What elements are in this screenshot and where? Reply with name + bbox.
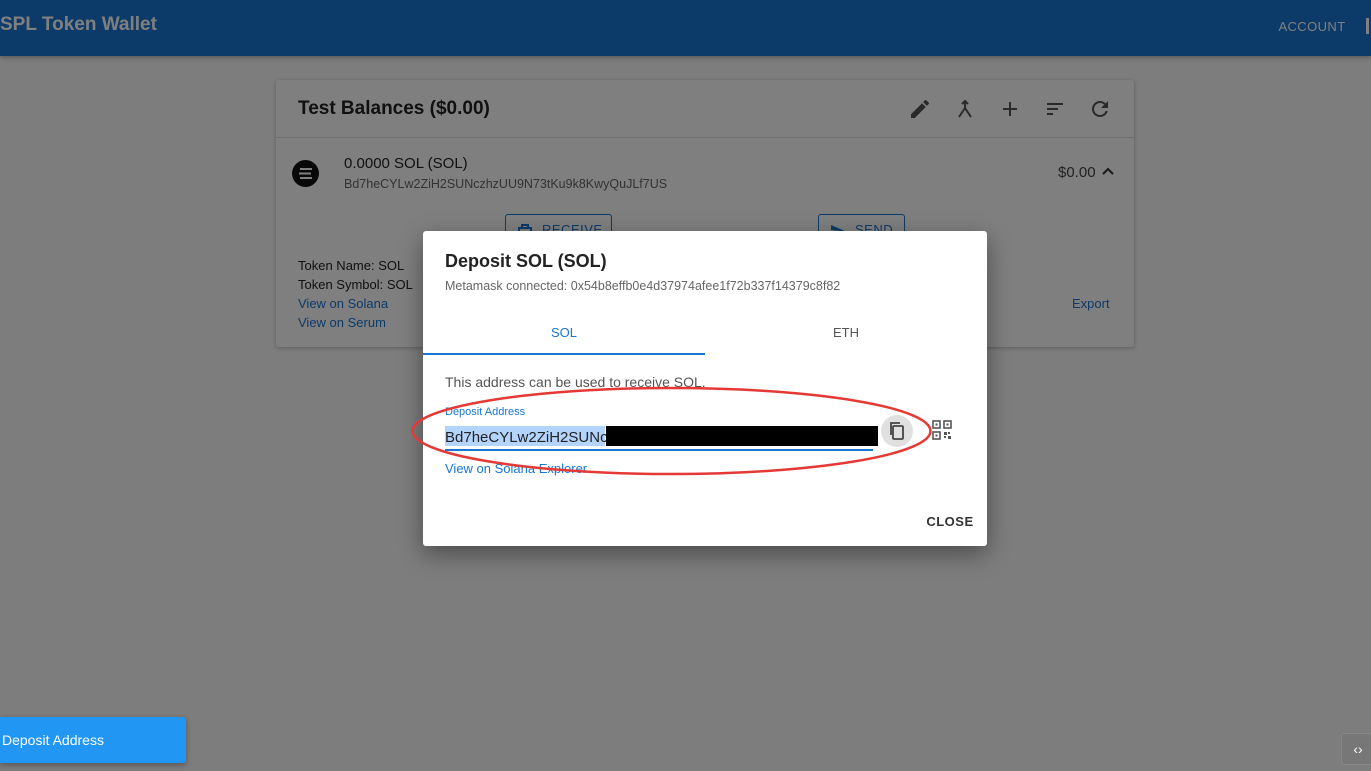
close-button[interactable]: CLOSE: [919, 509, 981, 535]
deposit-address-toast: Deposit Address: [0, 717, 186, 763]
tab-eth[interactable]: ETH: [705, 315, 987, 355]
qr-code-icon: [932, 420, 952, 440]
redaction-bar: [606, 426, 878, 446]
solana-explorer-link[interactable]: View on Solana Explorer: [445, 461, 587, 476]
code-toggle-button[interactable]: ‹›: [1341, 733, 1371, 765]
deposit-dialog: Deposit SOL (SOL) Metamask connected: 0x…: [423, 231, 987, 546]
metamask-status: Metamask connected: 0x54b8effb0e4d37974a…: [445, 279, 841, 293]
copy-icon: [890, 422, 904, 440]
dialog-title: Deposit SOL (SOL): [445, 251, 607, 271]
tab-sol[interactable]: SOL: [423, 315, 705, 355]
receive-info-text: This address can be used to receive SOL.: [445, 374, 706, 390]
copy-button[interactable]: [881, 415, 913, 447]
qr-code-button[interactable]: [930, 418, 954, 442]
deposit-address-label: Deposit Address: [445, 406, 526, 418]
